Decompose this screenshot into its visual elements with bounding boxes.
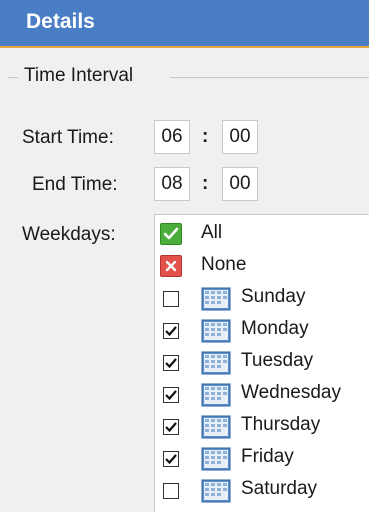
select-all-item[interactable]: All (155, 219, 369, 251)
weekday-item-monday[interactable]: Monday (155, 315, 369, 347)
weekday-checkbox-friday[interactable] (163, 451, 179, 467)
weekday-item-friday[interactable]: Friday (155, 443, 369, 475)
start-time-label: Start Time: (22, 127, 114, 148)
start-hour-field[interactable]: 06 (154, 120, 190, 154)
weekday-label: Saturday (241, 478, 318, 499)
end-time-label: End Time: (32, 174, 118, 195)
end-minute-field[interactable]: 00 (222, 167, 258, 201)
weekday-label: Monday (241, 318, 309, 339)
start-minute-field[interactable]: 00 (222, 120, 258, 154)
calendar-icon (201, 447, 231, 471)
clear-none-icon[interactable] (160, 255, 182, 277)
select-all-label: All (201, 222, 223, 243)
weekday-label: Thursday (241, 414, 321, 435)
select-none-label: None (201, 254, 247, 275)
weekday-checkbox-monday[interactable] (163, 323, 179, 339)
weekday-checkbox-wednesday[interactable] (163, 387, 179, 403)
end-hour-field[interactable]: 08 (154, 167, 190, 201)
weekday-item-sunday[interactable]: Sunday (155, 283, 369, 315)
calendar-icon (201, 319, 231, 343)
weekday-label: Tuesday (241, 350, 314, 371)
start-time-separator: : (202, 126, 209, 147)
calendar-icon (201, 287, 231, 311)
weekday-item-wednesday[interactable]: Wednesday (155, 379, 369, 411)
weekday-checkbox-sunday[interactable] (163, 291, 179, 307)
weekday-checkbox-tuesday[interactable] (163, 355, 179, 371)
weekday-item-thursday[interactable]: Thursday (155, 411, 369, 443)
details-title: Details (26, 10, 95, 33)
weekday-label: Sunday (241, 286, 306, 307)
weekday-label: Wednesday (241, 382, 341, 403)
calendar-icon (201, 479, 231, 503)
time-interval-legend: Time Interval (24, 65, 134, 86)
details-header: Details (0, 0, 369, 48)
end-time-separator: : (202, 173, 209, 194)
weekday-label: Friday (241, 446, 294, 467)
calendar-icon (201, 383, 231, 407)
weekday-checkbox-saturday[interactable] (163, 483, 179, 499)
group-border-left (8, 77, 18, 78)
select-none-item[interactable]: None (155, 251, 369, 283)
check-all-icon[interactable] (160, 223, 182, 245)
weekday-item-tuesday[interactable]: Tuesday (155, 347, 369, 379)
weekday-checkbox-thursday[interactable] (163, 419, 179, 435)
calendar-icon (201, 351, 231, 375)
calendar-icon (201, 415, 231, 439)
group-border-right (170, 77, 369, 78)
weekdays-list[interactable]: All None Sunday Monday Tuesday Wednesday… (154, 214, 369, 512)
weekday-item-saturday[interactable]: Saturday (155, 475, 369, 507)
weekdays-label: Weekdays: (22, 224, 116, 245)
